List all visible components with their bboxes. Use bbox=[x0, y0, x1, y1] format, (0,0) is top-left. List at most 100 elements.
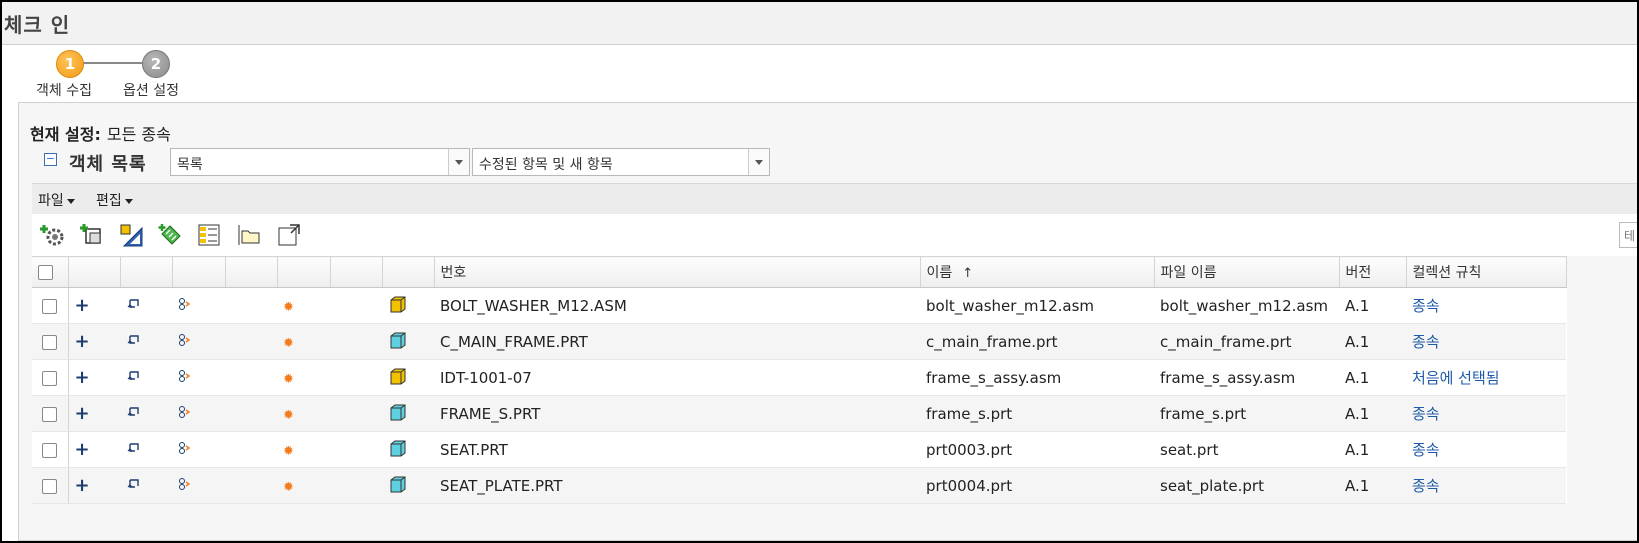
name-cell[interactable]: prt0004.prt bbox=[920, 467, 1154, 504]
collection-rule-link[interactable]: 종속 bbox=[1412, 405, 1440, 423]
collection-rule-link[interactable]: 종속 bbox=[1412, 441, 1440, 459]
number-cell[interactable]: SEAT_PLATE.PRT bbox=[434, 467, 920, 504]
add-status-cell: + bbox=[68, 467, 120, 504]
column-header-type[interactable] bbox=[382, 256, 435, 288]
column-header-collection-rule[interactable]: 컬렉션 규칙 bbox=[1406, 256, 1567, 288]
row-checkbox[interactable] bbox=[42, 406, 58, 422]
version-cell: A.1 bbox=[1339, 395, 1406, 432]
edit-menu[interactable]: 편집 bbox=[96, 190, 133, 210]
set-rule-icon[interactable] bbox=[118, 222, 144, 248]
collapse-icon[interactable]: − bbox=[44, 153, 57, 166]
checkout-status-cell bbox=[120, 431, 172, 468]
collect-dependents-icon[interactable] bbox=[158, 222, 184, 248]
table-row[interactable]: + ✹ C_MAIN_FRAME.PRT c_main_frame.prt c_main… bbox=[32, 323, 1566, 360]
table-row[interactable]: + ✹ SEAT.PRT prt0003.prt seat.prt A.1 종속 bbox=[32, 431, 1566, 468]
row-checkbox[interactable] bbox=[42, 334, 58, 350]
type-cell bbox=[382, 287, 434, 324]
name-cell[interactable]: prt0003.prt bbox=[920, 431, 1154, 468]
collection-rule-link[interactable]: 종속 bbox=[1412, 333, 1440, 351]
view-select-value: 목록 bbox=[177, 157, 203, 173]
row-checkbox-cell[interactable] bbox=[32, 323, 69, 360]
number-cell[interactable]: IDT-1001-07 bbox=[434, 359, 920, 396]
step-2-circle[interactable]: 2 bbox=[142, 50, 170, 78]
collection-rule-cell[interactable]: 처음에 선택됨 bbox=[1406, 359, 1566, 396]
row-checkbox[interactable] bbox=[42, 442, 58, 458]
checkin-arrow-icon bbox=[127, 406, 139, 416]
checkout-status-cell bbox=[120, 323, 172, 360]
table-row[interactable]: + ✹ IDT-1001-07 frame_s_assy.asm frame_s_ass… bbox=[32, 359, 1566, 396]
collection-rule-link[interactable]: 종속 bbox=[1412, 297, 1440, 315]
view-select[interactable]: 목록 bbox=[170, 148, 470, 176]
select-all-checkbox[interactable] bbox=[38, 264, 53, 280]
checkout-status-cell bbox=[120, 359, 172, 396]
add-icon: + bbox=[74, 474, 90, 496]
table-row[interactable]: + ✹ FRAME_S.PRT frame_s.prt frame_s.prt A.1 종속 bbox=[32, 395, 1566, 432]
name-cell[interactable]: bolt_washer_m12.asm bbox=[920, 287, 1154, 324]
empty-status-cell bbox=[225, 467, 277, 504]
table-view-icon[interactable] bbox=[196, 222, 222, 248]
search-input[interactable]: 테 bbox=[1619, 222, 1637, 248]
filter-select[interactable]: 수정된 항목 및 새 항목 bbox=[472, 148, 770, 176]
column-header-status-3[interactable] bbox=[172, 256, 226, 288]
edit-menu-label: 편집 bbox=[96, 193, 122, 209]
column-header-version[interactable]: 버전 bbox=[1339, 256, 1407, 288]
name-cell[interactable]: frame_s_assy.asm bbox=[920, 359, 1154, 396]
row-checkbox-cell[interactable] bbox=[32, 431, 69, 468]
row-checkbox-cell[interactable] bbox=[32, 395, 69, 432]
step-1-label[interactable]: 객체 수집 bbox=[36, 80, 92, 100]
number-cell[interactable]: BOLT_WASHER_M12.ASM bbox=[434, 287, 920, 324]
collection-rule-link[interactable]: 종속 bbox=[1412, 477, 1440, 495]
sort-ascending-icon[interactable]: ↑ bbox=[962, 266, 973, 281]
select-all-checkbox-cell[interactable] bbox=[32, 256, 69, 288]
chevron-down-icon[interactable] bbox=[448, 149, 469, 175]
relation-status-cell bbox=[172, 395, 225, 432]
collection-rule-cell[interactable]: 종속 bbox=[1406, 323, 1566, 360]
table-row[interactable]: + ✹ SEAT_PLATE.PRT prt0004.prt seat_plate.pr… bbox=[32, 467, 1566, 504]
collection-rule-cell[interactable]: 종속 bbox=[1406, 287, 1566, 324]
row-checkbox[interactable] bbox=[42, 478, 58, 494]
assembly-icon bbox=[390, 368, 406, 384]
collection-rule-link[interactable]: 처음에 선택됨 bbox=[1412, 369, 1500, 387]
caret-down-icon bbox=[124, 198, 133, 204]
column-header-status-5[interactable] bbox=[277, 256, 331, 288]
modified-status-cell: ✹ bbox=[277, 359, 330, 396]
collection-rule-cell[interactable]: 종속 bbox=[1406, 467, 1566, 504]
column-header-filename[interactable]: 파일 이름 bbox=[1154, 256, 1340, 288]
filename-cell: bolt_washer_m12.asm bbox=[1154, 287, 1339, 324]
column-header-status-4[interactable] bbox=[225, 256, 278, 288]
column-header-number[interactable]: 번호 bbox=[434, 256, 921, 288]
row-checkbox[interactable] bbox=[42, 298, 58, 314]
collection-rule-cell[interactable]: 종속 bbox=[1406, 431, 1566, 468]
step-2-label[interactable]: 옵션 설정 bbox=[123, 80, 179, 100]
number-cell[interactable]: C_MAIN_FRAME.PRT bbox=[434, 323, 920, 360]
column-header-status-2[interactable] bbox=[120, 256, 173, 288]
number-cell[interactable]: SEAT.PRT bbox=[434, 431, 920, 468]
row-checkbox[interactable] bbox=[42, 370, 58, 386]
version-cell: A.1 bbox=[1339, 467, 1406, 504]
empty-status-cell bbox=[330, 287, 382, 324]
add-status-cell: + bbox=[68, 287, 120, 324]
number-cell[interactable]: FRAME_S.PRT bbox=[434, 395, 920, 432]
column-header-status-1[interactable] bbox=[68, 256, 121, 288]
row-checkbox-cell[interactable] bbox=[32, 287, 69, 324]
table-row[interactable]: + ✹ BOLT_WASHER_M12.ASM bolt_washer_m12.asm… bbox=[32, 287, 1566, 324]
column-header-status-6[interactable] bbox=[330, 256, 383, 288]
collection-rule-cell[interactable]: 종속 bbox=[1406, 395, 1566, 432]
relation-status-cell bbox=[172, 359, 225, 396]
name-cell[interactable]: frame_s.prt bbox=[920, 395, 1154, 432]
step-1-circle[interactable]: 1 bbox=[56, 50, 84, 78]
folder-location-icon[interactable] bbox=[236, 222, 262, 248]
column-header-name[interactable]: 이름 ↑ bbox=[920, 256, 1155, 288]
row-checkbox-cell[interactable] bbox=[32, 467, 69, 504]
chevron-down-icon[interactable] bbox=[748, 149, 769, 175]
file-menu[interactable]: 파일 bbox=[38, 190, 75, 210]
new-window-icon[interactable] bbox=[276, 222, 302, 248]
add-status-cell: + bbox=[68, 431, 120, 468]
row-checkbox-cell[interactable] bbox=[32, 359, 69, 396]
auto-collect-icon[interactable] bbox=[40, 222, 66, 248]
add-object-icon[interactable] bbox=[80, 222, 106, 248]
name-cell[interactable]: c_main_frame.prt bbox=[920, 323, 1154, 360]
checkout-status-cell bbox=[120, 467, 172, 504]
modified-status-cell: ✹ bbox=[277, 431, 330, 468]
empty-status-cell bbox=[330, 395, 382, 432]
